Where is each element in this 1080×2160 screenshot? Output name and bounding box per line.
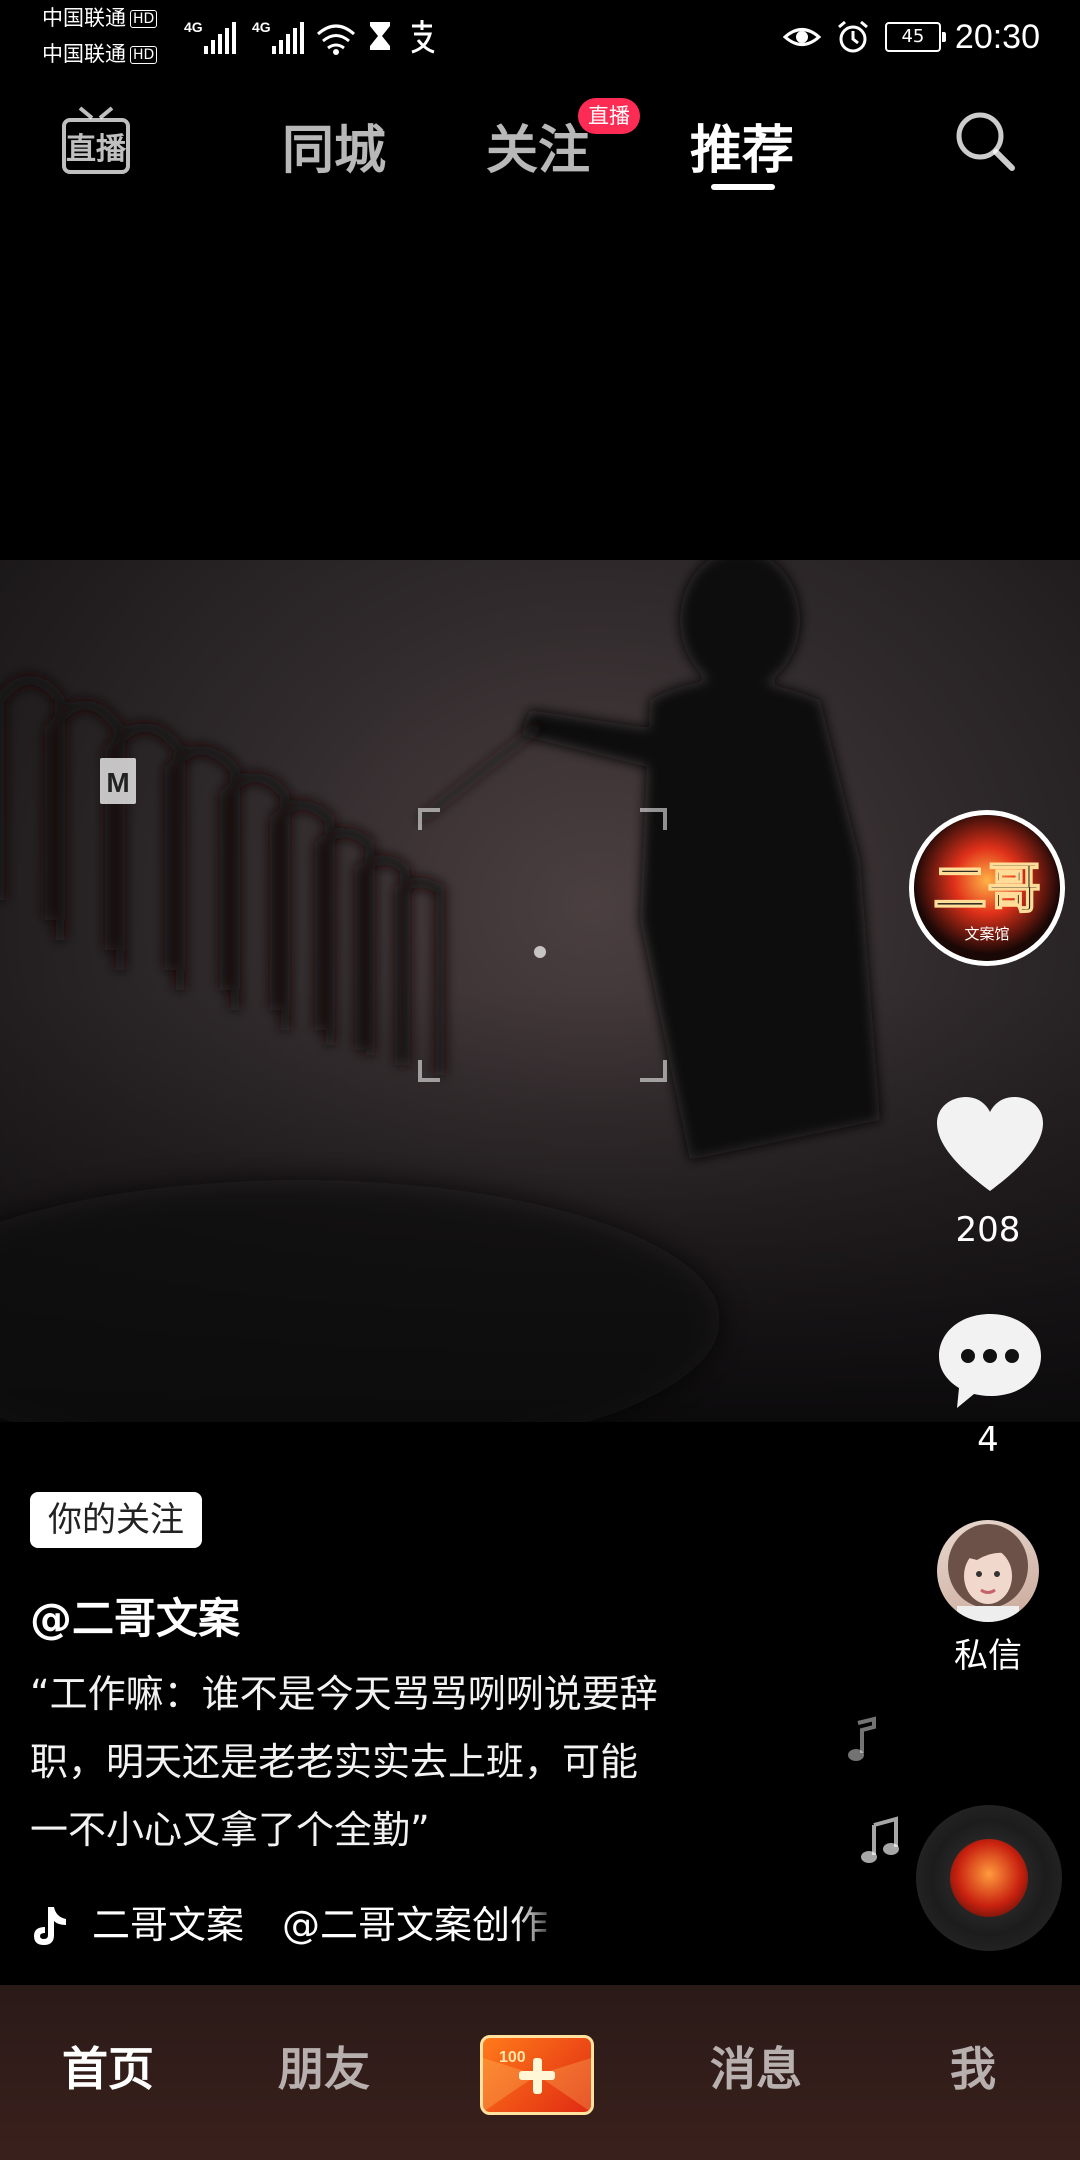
nav-home[interactable]: 首页	[62, 2033, 154, 2099]
caption-line: 一不小心又拿了个全勤”	[30, 1808, 430, 1852]
svg-text:文案馆: 文案馆	[964, 925, 1009, 943]
active-tab-indicator	[711, 184, 775, 190]
svg-text:直播: 直播	[66, 132, 127, 167]
carrier-1: 中国联通 HD	[42, 4, 158, 32]
eye-comfort-icon	[782, 28, 821, 46]
author-avatar-button[interactable]: 二哥 文案馆	[909, 810, 1065, 966]
tab-nearby[interactable]: 同城	[282, 108, 386, 183]
create-button[interactable]: 100	[480, 2035, 594, 2115]
create-badge: 100	[499, 2049, 526, 2066]
hd-badge-1: HD	[130, 10, 158, 28]
status-bar: 中国联通 HD 中国联通 HD 4G 4G 45 20:30	[0, 0, 1080, 80]
comment-count: 4	[977, 1420, 999, 1460]
music-notes-icon	[861, 1816, 899, 1863]
nav-friends[interactable]: 朋友	[278, 2033, 370, 2099]
video-watermark: M	[106, 767, 129, 798]
video-frame: M	[0, 560, 1080, 1422]
top-nav: 直播 同城 关注 直播 推荐	[0, 90, 1080, 200]
signal-bars-2-icon	[272, 22, 304, 54]
following-chip: 你的关注	[30, 1492, 202, 1548]
alipay-icon	[411, 20, 435, 54]
tab-following[interactable]: 关注	[486, 108, 590, 183]
carrier-2-label: 中国联通	[42, 42, 126, 66]
search-button[interactable]	[950, 106, 1020, 176]
caption-line: “工作嘛：谁不是今天骂骂咧咧说要辞	[30, 1672, 658, 1716]
heart-icon	[937, 1097, 1043, 1191]
nav-messages[interactable]: 消息	[710, 2033, 802, 2099]
video-player[interactable]: M	[0, 560, 1080, 1422]
network-type-1: 4G	[184, 19, 203, 35]
wifi-icon	[317, 24, 355, 50]
search-icon	[956, 112, 1015, 171]
dm-avatar-image	[948, 1524, 1028, 1622]
carrier-1-label: 中国联通	[42, 6, 126, 30]
hourglass-icon	[370, 22, 390, 50]
caption-line: 职，明天还是老老实实去上班，可能	[30, 1740, 639, 1784]
comment-bubble-icon	[939, 1314, 1041, 1408]
music-title: 二哥文案 @二哥文案创作	[92, 1903, 549, 1947]
dm-label: 私信	[954, 1636, 1022, 1676]
video-caption[interactable]: “工作嘛：谁不是今天骂骂咧咧说要辞 职，明天还是老老实实去上班，可能 一不小心又…	[30, 1660, 790, 1864]
signal-bars-1-icon	[204, 22, 236, 54]
author-name[interactable]: @二哥文案	[30, 1585, 240, 1646]
status-right: 45 20:30	[782, 12, 1040, 62]
plus-icon: 100	[483, 2049, 591, 2112]
like-button[interactable]	[935, 1095, 1045, 1195]
comment-button[interactable]	[935, 1310, 1045, 1410]
alarm-icon	[837, 20, 868, 53]
hd-badge-2: HD	[130, 46, 158, 64]
bottom-nav: 首页 朋友 100 消息 我	[0, 1985, 1080, 2160]
music-row[interactable]: 二哥文案 @二哥文案创作	[30, 1895, 562, 1955]
live-tv-button[interactable]: 直播	[60, 102, 132, 186]
svg-text:二哥: 二哥	[933, 856, 1041, 920]
tab-recommend[interactable]: 推荐	[690, 108, 794, 183]
like-count: 208	[955, 1210, 1021, 1250]
live-tv-icon: 直播	[62, 106, 130, 174]
nav-me[interactable]: 我	[950, 2033, 996, 2099]
author-avatar-logo: 二哥 文案馆	[914, 815, 1060, 961]
battery-indicator: 45	[884, 22, 946, 52]
tiktok-note-icon	[34, 1907, 66, 1945]
signal-icons: 4G 4G	[184, 19, 435, 55]
carrier-2: 中国联通 HD	[42, 40, 158, 68]
music-disc-button[interactable]	[916, 1805, 1062, 1951]
music-note-icon	[848, 1716, 876, 1761]
clock: 20:30	[954, 17, 1040, 56]
dm-avatar-button[interactable]	[937, 1520, 1039, 1622]
network-type-2: 4G	[252, 19, 271, 35]
music-disc-cover	[950, 1839, 1028, 1917]
live-badge: 直播	[578, 98, 640, 134]
